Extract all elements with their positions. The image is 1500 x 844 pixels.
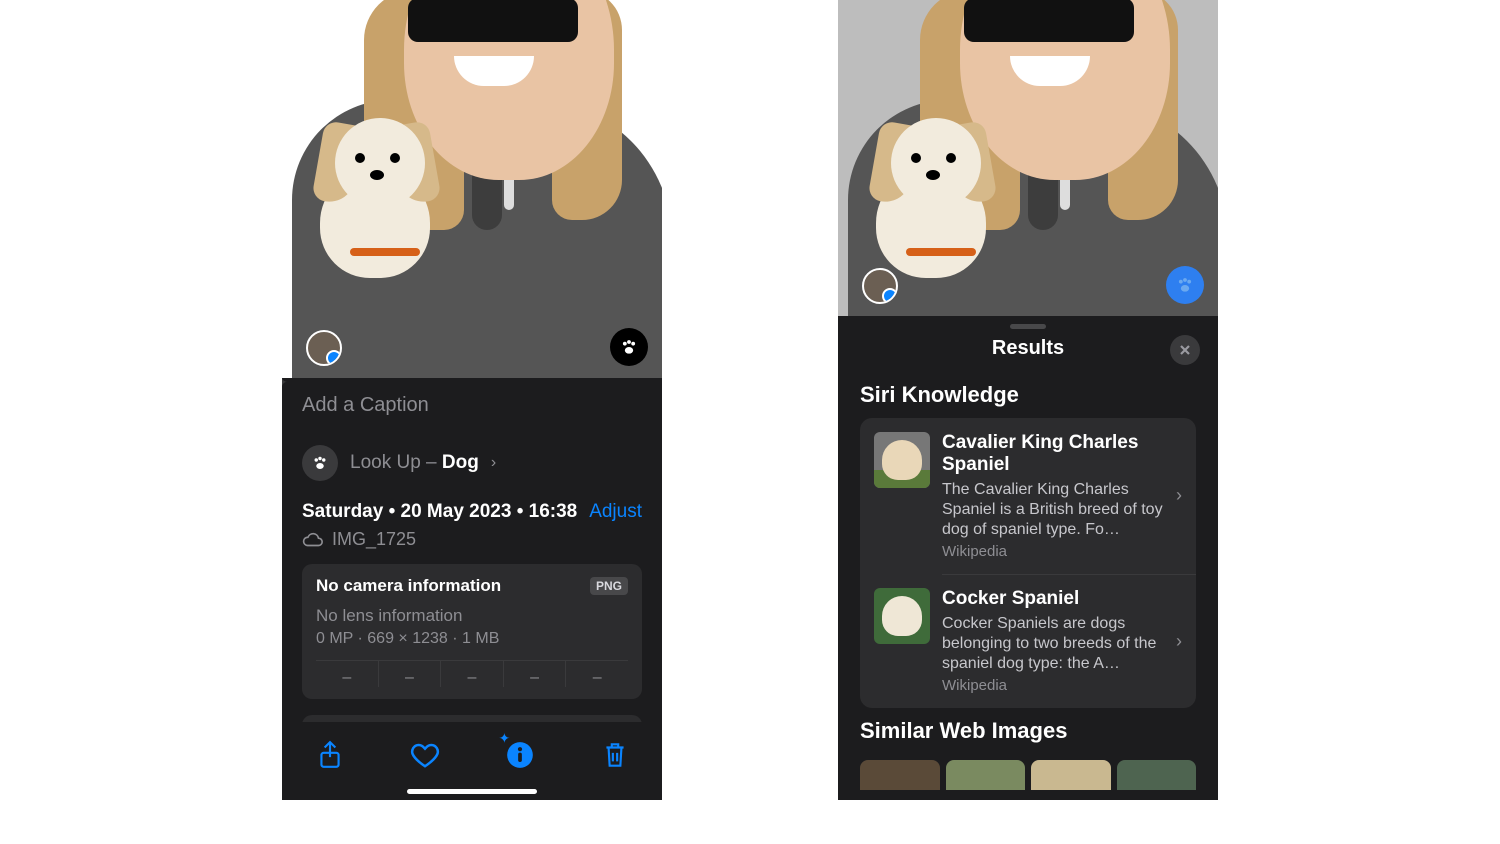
similar-image-thumb[interactable]: [1117, 760, 1197, 790]
info-panel: Add a Caption ✦ Look Up – Dog › Saturday…: [282, 378, 662, 800]
lookup-paw-circle: [302, 445, 338, 481]
phone-left: Add a Caption ✦ Look Up – Dog › Saturday…: [282, 0, 662, 800]
chevron-right-icon: ›: [491, 454, 496, 472]
date-row: Saturday • 20 May 2023 • 16:38 Adjust: [282, 497, 662, 523]
exif-row: – – – – –: [316, 660, 628, 687]
home-indicator[interactable]: [407, 789, 537, 794]
paw-icon: [1175, 275, 1195, 295]
exif-cell: –: [316, 661, 379, 687]
visual-lookup-badge[interactable]: [610, 328, 648, 366]
paw-icon: [619, 337, 639, 357]
similar-images-title: Similar Web Images: [838, 708, 1218, 754]
siri-results-card: Cavalier King Charles Spaniel The Cavali…: [860, 418, 1196, 708]
photo-content: [282, 0, 662, 378]
favorite-button[interactable]: [402, 732, 448, 778]
siri-knowledge-title: Siri Knowledge: [838, 372, 1218, 418]
paw-icon: [311, 454, 329, 472]
heart-icon: [410, 741, 440, 769]
close-button[interactable]: [1170, 335, 1200, 365]
dimensions-info: 0 MP · 669 × 1238 · 1 MB: [316, 630, 628, 648]
toolbar: ✦: [282, 722, 662, 800]
camera-info-card: No camera information PNG No lens inform…: [302, 564, 642, 699]
file-name: IMG_1725: [332, 529, 416, 550]
caption-field[interactable]: Add a Caption: [282, 378, 662, 435]
phone-right: Results Siri Knowledge Cavalier King Cha…: [838, 0, 1218, 800]
result-item[interactable]: Cocker Spaniel Cocker Spaniels are dogs …: [860, 574, 1196, 708]
camera-info-heading: No camera information: [316, 576, 501, 596]
format-badge: PNG: [590, 577, 628, 595]
result-item[interactable]: Cavalier King Charles Spaniel The Cavali…: [860, 418, 1196, 575]
adjust-button[interactable]: Adjust: [589, 501, 642, 523]
lookup-row[interactable]: ✦ Look Up – Dog ›: [282, 435, 662, 497]
share-button[interactable]: [307, 732, 353, 778]
photo-area[interactable]: [838, 0, 1218, 316]
info-button[interactable]: ✦: [497, 732, 543, 778]
detected-face-badge[interactable]: [306, 330, 342, 366]
photo-content: [838, 0, 1218, 316]
cloud-icon: [302, 531, 324, 549]
result-thumbnail: [874, 588, 930, 644]
visual-lookup-badge-active[interactable]: [1166, 266, 1204, 304]
result-title: Cocker Spaniel: [942, 588, 1164, 611]
exif-cell: –: [379, 661, 442, 687]
delete-button[interactable]: [592, 732, 638, 778]
result-source: Wikipedia: [942, 677, 1164, 694]
results-header: Results: [838, 333, 1218, 372]
trash-icon: [602, 740, 628, 770]
similar-image-thumb[interactable]: [1031, 760, 1111, 790]
sparkle-icon: ✦: [282, 374, 288, 391]
file-row: IMG_1725: [282, 523, 662, 564]
result-description: Cocker Spaniels are dogs belonging to tw…: [942, 614, 1164, 674]
dog-illustration: [300, 118, 450, 288]
exif-cell: –: [441, 661, 504, 687]
result-source: Wikipedia: [942, 543, 1164, 560]
photo-date: Saturday • 20 May 2023 • 16:38: [302, 501, 577, 523]
dog-illustration: [856, 118, 1006, 288]
detected-face-badge[interactable]: [862, 268, 898, 304]
results-panel: Results Siri Knowledge Cavalier King Cha…: [838, 316, 1218, 800]
photo-area[interactable]: [282, 0, 662, 378]
share-icon: [317, 740, 343, 770]
lens-info: No lens information: [316, 606, 628, 626]
sheet-grabber[interactable]: [1010, 324, 1046, 329]
chevron-right-icon: ›: [1176, 485, 1182, 506]
similar-image-thumb[interactable]: [860, 760, 940, 790]
lookup-label: Look Up – Dog: [350, 452, 479, 474]
similar-image-thumb[interactable]: [946, 760, 1026, 790]
result-description: The Cavalier King Charles Spaniel is a B…: [942, 480, 1164, 540]
result-thumbnail: [874, 432, 930, 488]
exif-cell: –: [504, 661, 567, 687]
result-title: Cavalier King Charles Spaniel: [942, 432, 1164, 478]
exif-cell: –: [566, 661, 628, 687]
results-title: Results: [992, 337, 1064, 360]
similar-images-strip[interactable]: [860, 760, 1196, 790]
chevron-right-icon: ›: [1176, 631, 1182, 652]
close-icon: [1179, 344, 1191, 356]
